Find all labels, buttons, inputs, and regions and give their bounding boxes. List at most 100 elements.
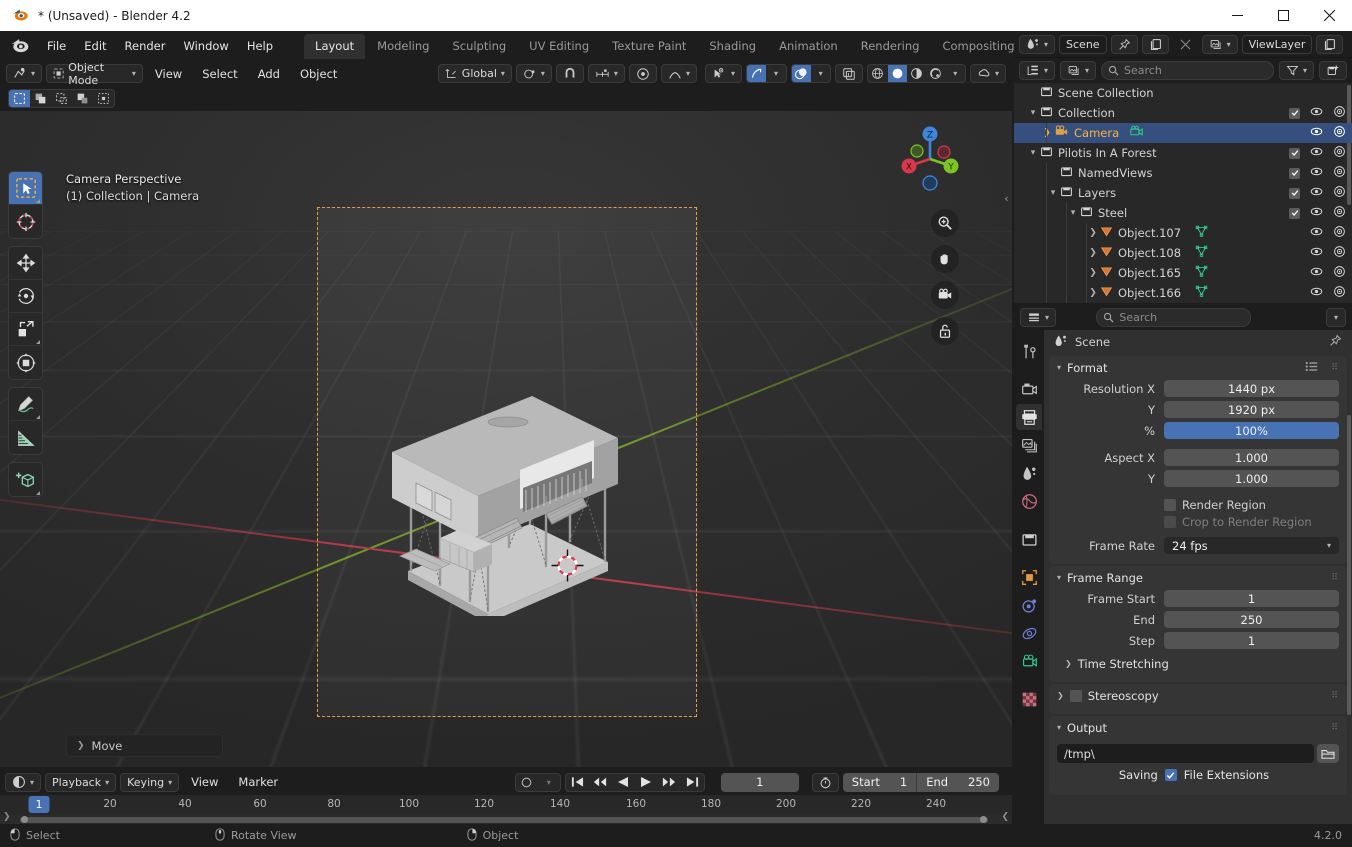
workspace-tab-shading[interactable]: Shading [698,34,767,59]
operator-redo-panel[interactable]: ❯ Move [66,734,223,757]
panel-drag-handle[interactable]: ⠿ [1331,573,1339,583]
chevron-down-icon[interactable]: ▾ [1026,148,1040,158]
end-frame-field[interactable]: End 250 [916,772,999,792]
outliner-tree[interactable]: Scene Collection ▾ Collection Camera ▾ P… [1014,83,1352,303]
disable-in-renders-icon[interactable] [1333,145,1346,161]
material-preview-shading-button[interactable] [907,65,926,82]
stereoscopy-checkbox[interactable] [1069,689,1082,702]
menu-help[interactable]: Help [238,36,282,56]
scene-browse-icon[interactable]: ▾ [1019,34,1056,54]
workspace-tab-modeling[interactable]: Modeling [366,34,440,59]
new-collection-icon[interactable] [1319,61,1347,80]
new-scene-icon[interactable] [1141,34,1169,54]
outliner-row-layers[interactable]: ▾ Layers [1014,183,1352,203]
select-intersect-button[interactable] [93,90,114,107]
window-close-button[interactable] [1306,0,1352,31]
tool-measure[interactable] [9,421,42,454]
mesh-data-icon[interactable] [1195,285,1208,301]
outliner-filter-id-selector[interactable]: ▾ [1060,61,1097,80]
start-frame-field[interactable]: Start 1 [843,773,916,792]
viewport-menu-object[interactable]: Object [292,65,345,83]
use-preview-range-icon[interactable] [811,772,839,792]
viewport-sidebar-toggle[interactable]: ‹ [1001,181,1012,215]
toggle-ortho-lock-icon[interactable] [931,317,959,345]
outliner-filter-icon[interactable]: ▾ [1278,61,1314,80]
outliner-row-object[interactable]: ❯ Object.107 [1014,223,1352,243]
hide-in-viewport-icon[interactable] [1310,105,1323,121]
menu-file[interactable]: File [38,36,75,56]
hide-in-viewport-icon[interactable] [1310,125,1323,141]
tool-move[interactable] [9,247,42,280]
timeline-channel-area[interactable]: ❯ ❮ [0,812,1012,847]
panel-drag-handle[interactable]: ⠿ [1331,691,1339,701]
exclude-checkbox[interactable] [1289,187,1300,199]
timeline-editor-type-selector[interactable]: ▾ [5,772,42,792]
object-data-tab[interactable] [1016,648,1042,674]
tool-cursor[interactable] [9,205,42,238]
chevron-right-icon[interactable]: ❯ [1040,128,1054,138]
tool-annotate[interactable] [9,388,42,421]
overlay-options-dropdown[interactable]: ▾ [811,65,830,82]
select-set-button[interactable] [9,90,30,107]
hide-in-viewport-icon[interactable] [1310,285,1323,301]
hide-in-viewport-icon[interactable] [1310,245,1323,261]
viewport-shading-popover[interactable]: ▾ [969,64,1006,83]
navigation-gizmo[interactable]: Z X Y [894,119,966,191]
aspect-y-field[interactable]: 1.000 [1164,470,1339,487]
frame-step-field[interactable]: 1 [1164,632,1339,649]
disable-in-renders-icon[interactable] [1333,165,1346,181]
auto-keying-options-dropdown[interactable]: ▾ [538,774,560,791]
shading-options-dropdown[interactable]: ▾ [946,65,965,82]
outliner-row-scene-collection[interactable]: Scene Collection [1014,83,1352,103]
timeline-ruler[interactable]: 1 20 40 60 80 100 120 140 160 180 200 22… [0,795,1012,815]
panel-drag-handle[interactable]: ⠿ [1331,363,1339,373]
properties-editor-type-selector[interactable]: ▾ [1020,308,1057,327]
frame-end-field[interactable]: 250 [1164,611,1339,628]
rendered-shading-button[interactable] [926,65,945,82]
properties-scrollbar[interactable] [1347,415,1351,715]
editor-type-selector[interactable]: ▾ [6,64,43,83]
viewport-menu-add[interactable]: Add [250,65,288,83]
timeline-expand-right-icon[interactable]: ❮ [1001,812,1009,822]
play-reverse-icon[interactable] [612,774,635,791]
jump-to-end-icon[interactable] [681,774,704,791]
pan-hand-icon[interactable] [931,245,959,273]
hide-in-viewport-icon[interactable] [1310,205,1323,221]
workspace-tab-sculpting[interactable]: Sculpting [441,34,517,59]
folder-browse-icon[interactable] [1317,744,1339,763]
outliner-row-object[interactable]: ❯ Object.108 [1014,243,1352,263]
resolution-percent-slider[interactable]: 100% [1164,422,1339,439]
disable-in-renders-icon[interactable] [1333,225,1346,241]
pivot-point-selector[interactable]: ▾ [515,64,552,83]
output-path-input[interactable]: /tmp\ [1057,744,1314,763]
jump-prev-keyframe-icon[interactable] [589,774,612,791]
panel-format-header[interactable]: ▾ Format ⠿ [1049,356,1347,379]
exclude-checkbox[interactable] [1289,207,1300,219]
view-layer-name-field[interactable]: ViewLayer [1241,34,1313,54]
tool-rotate[interactable] [9,280,42,313]
disable-in-renders-icon[interactable] [1333,245,1346,261]
timeline-menu-view[interactable]: View [183,773,226,791]
properties-search-input[interactable]: Search [1096,308,1252,327]
frame-start-field[interactable]: 1 [1164,590,1339,607]
outliner-row-steel[interactable]: ▾ Steel [1014,203,1352,223]
panel-drag-handle[interactable]: ⠿ [1331,723,1339,733]
tool-tweak-select-box[interactable] [9,172,42,205]
hide-in-viewport-icon[interactable] [1310,225,1323,241]
outliner-row-object[interactable]: ❯ Object.165 [1014,263,1352,283]
outliner-row-camera[interactable]: ❯ Camera [1014,123,1352,143]
hide-in-viewport-icon[interactable] [1310,185,1323,201]
render-tab[interactable] [1016,376,1042,402]
blender-menu-icon[interactable] [10,35,32,57]
properties-options-dropdown[interactable]: ▾ [1326,308,1346,327]
chevron-right-icon[interactable]: ❯ [1086,268,1100,278]
pin-scene-icon[interactable] [1110,34,1138,54]
scene-tab[interactable] [1016,460,1042,486]
tool-tab[interactable] [1016,338,1042,364]
viewport-visibility-selector[interactable]: ▾ [704,64,742,83]
workspace-tab-layout[interactable]: Layout [304,33,366,59]
output-tab[interactable] [1016,404,1042,430]
mesh-data-icon[interactable] [1195,245,1208,261]
outliner-row-pilotis-in-a-forest[interactable]: ▾ Pilotis In A Forest [1014,143,1352,163]
snap-to-selector[interactable]: ▾ [587,64,625,83]
